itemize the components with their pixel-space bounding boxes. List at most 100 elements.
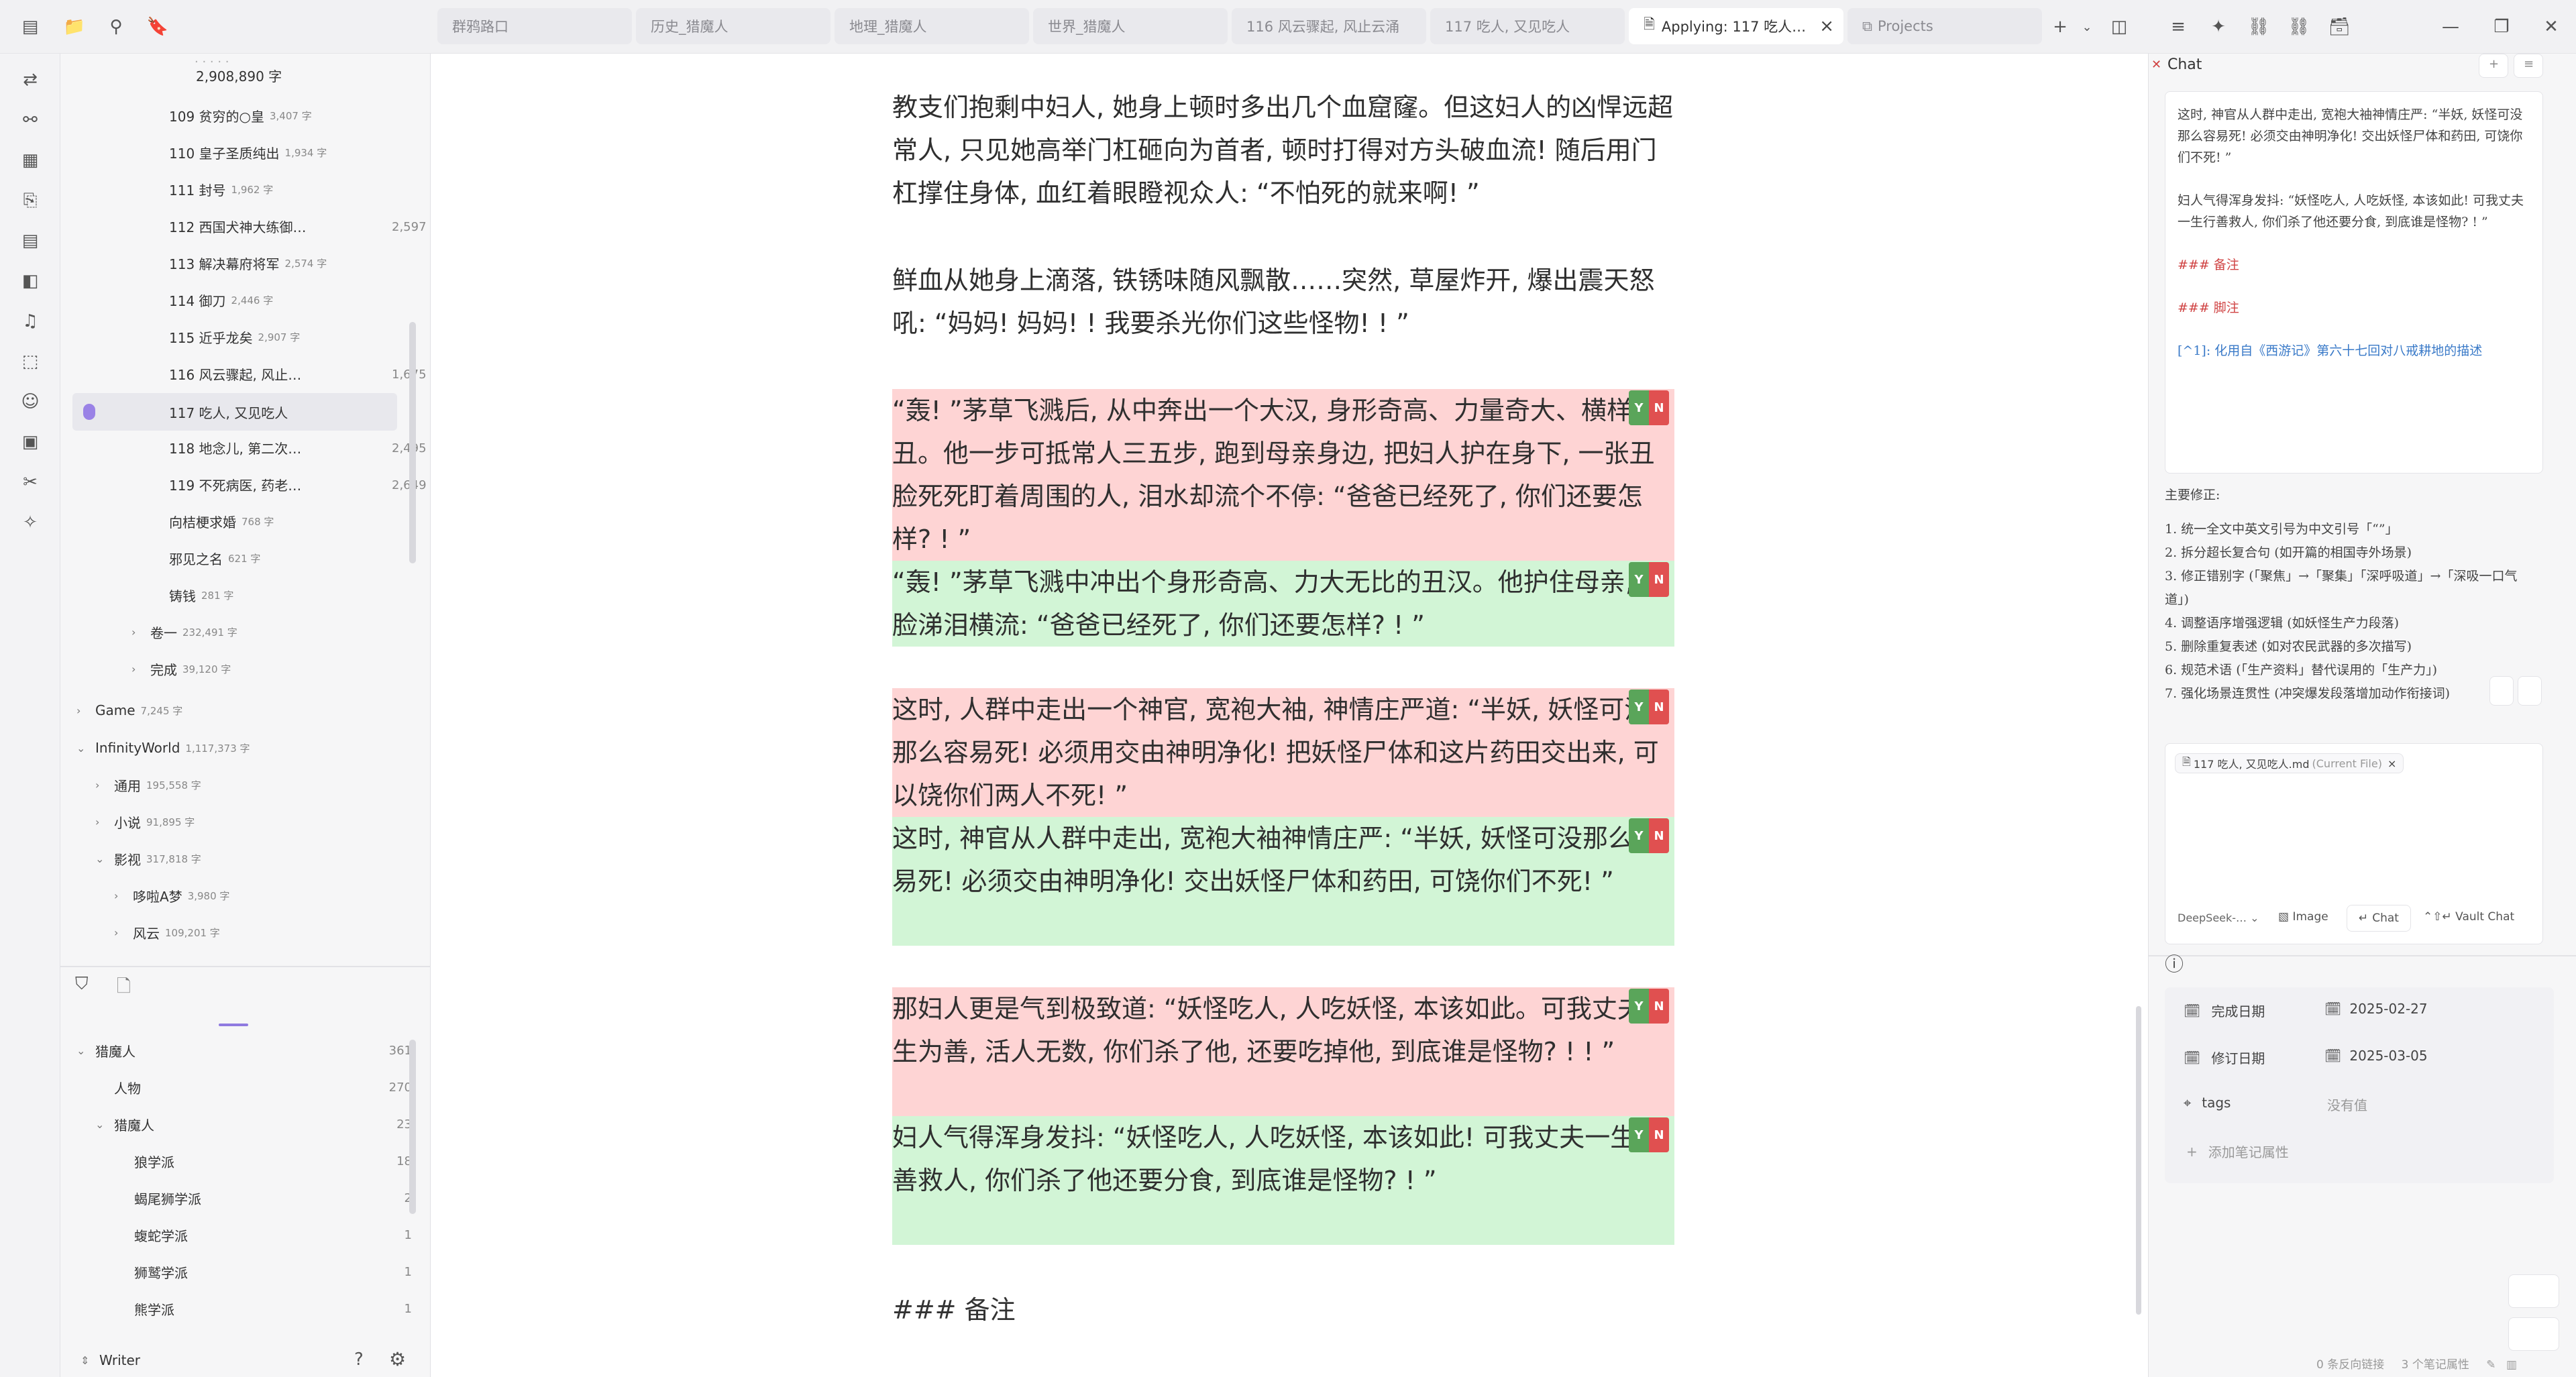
- folder-item[interactable]: › 通用 195,558 字: [95, 769, 201, 801]
- tab-3[interactable]: 地理_猎魔人: [835, 8, 1029, 44]
- backlink-icon[interactable]: ⛓: [2284, 11, 2314, 42]
- properties-count[interactable]: 3 个笔记属性: [2402, 1358, 2469, 1372]
- stats-icon[interactable]: ▥: [2506, 1358, 2517, 1372]
- chapter-item[interactable]: 114 御刀 2,446 字: [169, 284, 273, 316]
- tag-item[interactable]: ⌄ 猎魔人 361: [76, 1034, 412, 1066]
- canvas-icon[interactable]: ⬚: [15, 346, 46, 377]
- audio-icon[interactable]: ♫: [15, 306, 46, 337]
- tag-item[interactable]: 熊学派 1: [134, 1292, 412, 1325]
- layers-icon[interactable]: ◧: [15, 266, 46, 296]
- folder-icon[interactable]: 📁: [59, 11, 90, 42]
- restore-icon[interactable]: ❐: [2486, 11, 2517, 42]
- close-icon[interactable]: ×: [1819, 16, 1834, 36]
- accept-button[interactable]: Y: [1629, 562, 1649, 597]
- chapter-item[interactable]: 119 不死病医, 药老… 2,649 字: [169, 468, 442, 500]
- explorer-scrollbar[interactable]: [409, 322, 416, 563]
- insert-button[interactable]: [2518, 676, 2542, 706]
- tools-icon[interactable]: ✂: [15, 467, 46, 498]
- resize-handle[interactable]: [219, 1024, 248, 1026]
- add-property-button[interactable]: + 添加笔记属性: [2186, 1142, 2289, 1161]
- backlinks-count[interactable]: 0 条反向链接: [2316, 1358, 2384, 1372]
- archive-icon[interactable]: 🗃: [2324, 11, 2355, 42]
- table-icon[interactable]: ▤: [15, 225, 46, 256]
- chat-send-button[interactable]: ↵ Chat: [2347, 905, 2411, 932]
- tag-item[interactable]: 蝮蛇学派 1: [134, 1219, 412, 1251]
- tag-item[interactable]: 蝎尾狮学派 2: [134, 1182, 412, 1214]
- property-tags[interactable]: ⌖ tags: [2184, 1095, 2231, 1111]
- floating-button[interactable]: [2508, 1317, 2559, 1351]
- copy-icon[interactable]: ⎘: [15, 185, 46, 216]
- smile-icon[interactable]: ☺: [15, 386, 46, 417]
- chapter-item[interactable]: 向桔梗求婚 768 字: [169, 505, 274, 537]
- help-icon[interactable]: ?: [354, 1350, 364, 1370]
- chapter-item[interactable]: 115 近乎龙矣 2,907 字: [169, 321, 300, 353]
- editor-pane[interactable]: 教支们抱剩中妇人, 她身上顿时多出几个血窟窿。但这妇人的凶悍远超常人, 只见她高…: [431, 54, 2148, 1377]
- folder-item[interactable]: › 风云 109,201 字: [114, 916, 220, 948]
- chapter-item[interactable]: 113 解决幕府将军 2,574 字: [169, 247, 327, 279]
- search-icon[interactable]: ⚲: [101, 11, 131, 42]
- folder-item[interactable]: › Game 7,245 字: [76, 694, 182, 726]
- drag-handle-icon[interactable]: [83, 404, 95, 420]
- chapter-item[interactable]: 109 贫穷的○皇 3,407 字: [169, 99, 312, 131]
- minimize-icon[interactable]: —: [2435, 11, 2466, 42]
- accept-button[interactable]: Y: [1629, 690, 1649, 724]
- accept-button[interactable]: Y: [1629, 390, 1649, 425]
- chapter-item[interactable]: 铸钱 281 字: [169, 579, 233, 611]
- tags-icon[interactable]: ⛉: [75, 974, 89, 995]
- folder-item[interactable]: › 哆啦A梦 3,980 字: [114, 879, 229, 912]
- edit-icon[interactable]: ✎: [2486, 1358, 2496, 1372]
- folder-item[interactable]: ⌄ InfinityWorld 1,117,373 字: [76, 732, 250, 764]
- editor-scrollbar[interactable]: [2136, 1006, 2141, 1315]
- chapter-item[interactable]: 111 封号 1,962 字: [169, 173, 273, 205]
- model-select[interactable]: DeepSeek-… ⌄: [2178, 912, 2259, 924]
- tab-active[interactable]: 🗎 Applying: 117 吃人… ×: [1629, 8, 1843, 44]
- window-close-icon[interactable]: ✕: [2536, 11, 2567, 42]
- chat-input[interactable]: 🗎 117 吃人, 又见吃人.md (Current File) × DeepS…: [2165, 743, 2543, 944]
- chapter-item[interactable]: 116 风云骤起, 风止… 1,675 字: [169, 357, 442, 390]
- tab-6[interactable]: 117 吃人, 又见吃人: [1430, 8, 1625, 44]
- property-done[interactable]: 🗓 完成日期: [2184, 1001, 2265, 1020]
- reject-button[interactable]: N: [1649, 818, 1669, 853]
- chevron-down-icon[interactable]: ⌄: [2072, 11, 2102, 42]
- property-revised[interactable]: 🗓 修订日期: [2184, 1048, 2265, 1067]
- property-done-value[interactable]: 🗓 2025-02-27: [2324, 1001, 2428, 1017]
- accept-button[interactable]: Y: [1629, 989, 1649, 1024]
- tab-4[interactable]: 世界_猎魔人: [1033, 8, 1228, 44]
- tags-scrollbar[interactable]: [409, 1040, 416, 1214]
- close-icon[interactable]: ×: [2387, 757, 2396, 770]
- chapter-item-active[interactable]: 117 吃人, 又见吃人: [72, 393, 397, 431]
- reject-button[interactable]: N: [1649, 1117, 1669, 1152]
- accept-button[interactable]: Y: [1629, 1117, 1649, 1152]
- history-button[interactable]: ≡: [2514, 54, 2543, 78]
- tab-5[interactable]: 116 风云骤起, 风止云涌: [1232, 8, 1426, 44]
- property-revised-value[interactable]: 🗓 2025-03-05: [2324, 1048, 2428, 1064]
- tag-item[interactable]: 狼学派 18: [134, 1145, 412, 1177]
- tab-1[interactable]: 群鸦路口: [437, 8, 632, 44]
- image-button[interactable]: ▧ Image: [2278, 910, 2328, 924]
- reject-button[interactable]: N: [1649, 390, 1669, 425]
- vault-switcher[interactable]: ⇕ Writer: [80, 1344, 140, 1376]
- folder-item[interactable]: › 小说 91,895 字: [95, 806, 195, 838]
- reject-button[interactable]: N: [1649, 989, 1669, 1024]
- tag-item[interactable]: 人物 270: [114, 1071, 412, 1103]
- property-tags-value[interactable]: 没有值: [2327, 1095, 2367, 1114]
- chapter-item[interactable]: 118 地念儿, 第二次… 2,495 字: [169, 431, 442, 463]
- chapter-item[interactable]: 112 西国犬神大练御… 2,597 字: [169, 210, 442, 242]
- folder-item[interactable]: › 卷一 232,491 字: [131, 616, 237, 648]
- info-icon[interactable]: ⓘ: [2165, 950, 2184, 977]
- outline-icon[interactable]: ≡: [2163, 11, 2194, 42]
- chapter-item[interactable]: 110 皇子圣质纯出 1,934 字: [169, 136, 327, 168]
- toggle-sidebar-icon[interactable]: ▤: [15, 11, 46, 42]
- toggle-right-sidebar-icon[interactable]: ◫: [2104, 11, 2135, 42]
- graph-icon[interactable]: ⚯: [15, 105, 46, 135]
- file-chip[interactable]: 🗎 117 吃人, 又见吃人.md (Current File) ×: [2175, 753, 2404, 773]
- magic-icon[interactable]: ✧: [15, 507, 46, 538]
- template-icon[interactable]: ▣: [15, 427, 46, 457]
- link-icon[interactable]: ⛓: [2243, 11, 2274, 42]
- bookmark-icon[interactable]: 🔖: [142, 11, 173, 42]
- floating-button[interactable]: [2508, 1274, 2559, 1308]
- page-icon[interactable]: 🗋: [117, 974, 131, 1003]
- folder-item[interactable]: ⌄ 影视 317,818 字: [95, 842, 201, 875]
- new-chat-button[interactable]: +: [2479, 54, 2508, 78]
- copy-button[interactable]: [2489, 676, 2514, 706]
